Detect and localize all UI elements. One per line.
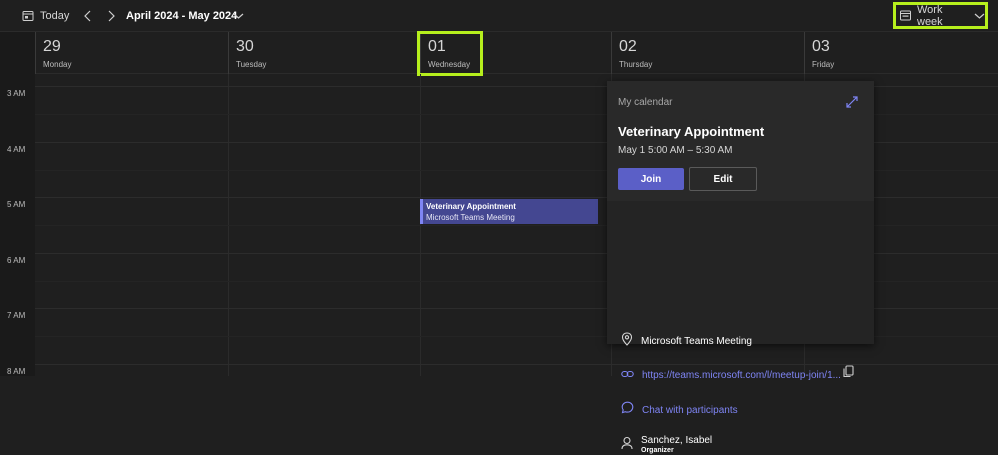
calendar-toolbar: Today April 2024 - May 2024 Work week [0, 0, 998, 32]
day-name: Thursday [619, 60, 653, 69]
time-gutter-header [0, 32, 35, 74]
join-button[interactable]: Join [618, 168, 684, 190]
calendar-name: My calendar [618, 97, 673, 108]
day-name: Monday [43, 60, 72, 69]
chat-with-participants-link[interactable]: Chat with participants [642, 405, 738, 416]
chevron-right-icon[interactable] [106, 0, 116, 32]
view-switcher-button[interactable]: Work week [893, 2, 988, 29]
day-number: 29 [43, 38, 61, 55]
popup-event-title: Veterinary Appointment [618, 124, 765, 139]
chat-icon [621, 401, 634, 419]
calendar-view-icon [900, 10, 911, 21]
hour-label: 7 AM [7, 311, 26, 320]
event-subtitle: Microsoft Teams Meeting [426, 213, 515, 222]
organizer-info: Sanchez, Isabel Organizer [641, 435, 712, 455]
meeting-link[interactable]: https://teams.microsoft.com/l/meetup-joi… [642, 370, 841, 381]
day-header-tuesday[interactable]: 30 Tuesday [228, 32, 420, 74]
day-number: 30 [236, 38, 254, 55]
hour-label: 3 AM [7, 89, 26, 98]
chevron-down-icon[interactable] [233, 0, 244, 32]
today-button[interactable]: Today [40, 0, 69, 32]
location-pin-icon [621, 332, 633, 351]
organizer-row: Sanchez, Isabel Organizer [621, 435, 712, 455]
popup-event-time: May 1 5:00 AM – 5:30 AM [618, 145, 733, 156]
event-details-popup: My calendar Veterinary Appointment May 1… [607, 81, 874, 454]
day-header-friday[interactable]: 03 Friday [804, 32, 998, 74]
event-title: Veterinary Appointment [426, 202, 516, 211]
date-range-button[interactable]: April 2024 - May 2024 [126, 0, 237, 32]
chevron-down-icon [974, 12, 985, 20]
popup-details: Microsoft Teams Meeting https://teams.mi… [607, 201, 874, 454]
day-name: Friday [812, 60, 835, 69]
person-icon [621, 436, 633, 455]
time-gutter [0, 74, 35, 376]
copy-icon[interactable] [843, 365, 854, 383]
popup-header: My calendar Veterinary Appointment May 1… [607, 81, 874, 201]
selected-day-highlight [417, 31, 483, 76]
location-text: Microsoft Teams Meeting [641, 336, 752, 347]
view-switcher-label: Work week [917, 3, 943, 28]
day-number: 03 [812, 38, 830, 55]
location-row: Microsoft Teams Meeting [621, 332, 752, 351]
expand-icon[interactable] [845, 95, 859, 114]
day-header-thursday[interactable]: 02 Thursday [611, 32, 804, 74]
calendar-today-icon[interactable] [22, 0, 34, 32]
chevron-left-icon[interactable] [83, 0, 93, 32]
hour-label: 6 AM [7, 256, 26, 265]
day-header-monday[interactable]: 29 Monday [35, 32, 228, 74]
organizer-role: Organizer [641, 447, 674, 454]
calendar-event[interactable]: Veterinary Appointment Microsoft Teams M… [420, 199, 598, 224]
hour-label: 5 AM [7, 200, 26, 209]
day-name: Tuesday [236, 60, 267, 69]
day-number: 02 [619, 38, 637, 55]
hour-label: 4 AM [7, 145, 26, 154]
meeting-link-row[interactable]: https://teams.microsoft.com/l/meetup-joi… [621, 366, 841, 384]
hour-label: 8 AM [7, 367, 26, 376]
organizer-name: Sanchez, Isabel [641, 435, 713, 446]
chat-row[interactable]: Chat with participants [621, 401, 738, 419]
edit-button[interactable]: Edit [689, 167, 757, 191]
link-icon [621, 366, 634, 384]
